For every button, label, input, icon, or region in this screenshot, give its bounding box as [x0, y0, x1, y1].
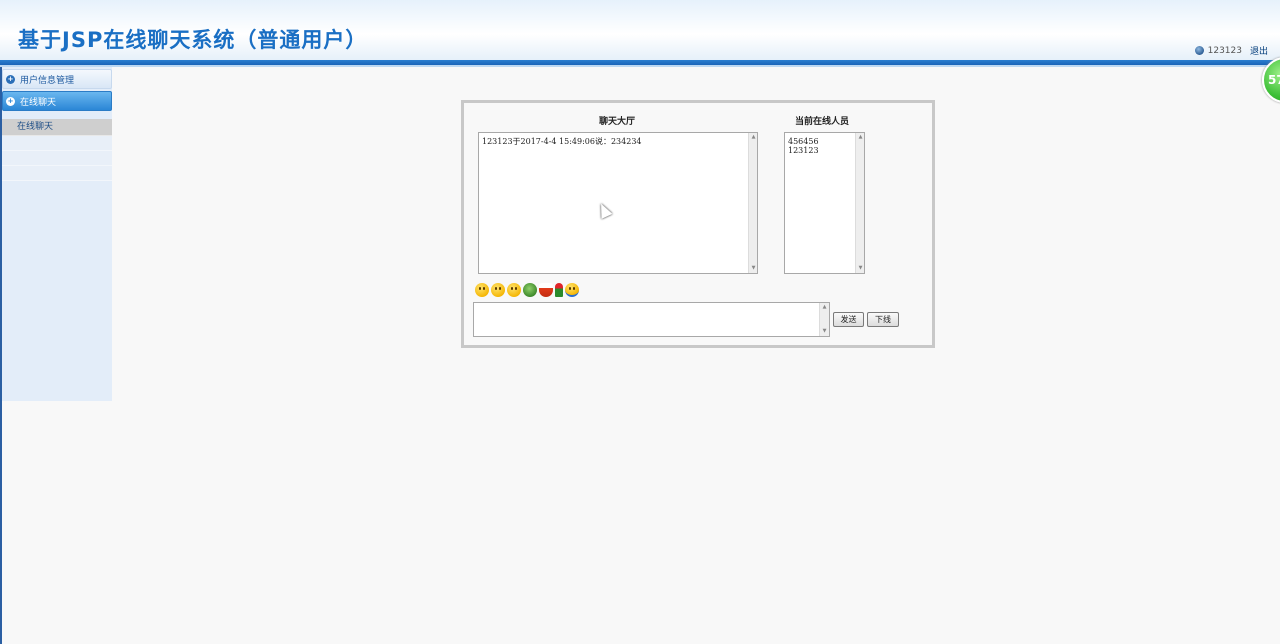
shy-emoji-icon[interactable]	[507, 283, 521, 297]
emoji-bar	[475, 283, 579, 297]
teacup-emoji-icon[interactable]	[539, 283, 553, 297]
header-divider-light	[0, 65, 1280, 67]
online-user[interactable]: 456456	[785, 137, 864, 146]
rose-emoji-icon[interactable]	[555, 283, 563, 297]
turtle-emoji-icon[interactable]	[523, 283, 537, 297]
scroll-up-icon[interactable]: ▲	[749, 133, 758, 142]
sidebar-item-blank	[2, 136, 112, 151]
sidebar-item-blank	[2, 166, 112, 181]
user-area: 123123 退出	[1194, 44, 1268, 57]
header-bar: 基于JSP在线聊天系统（普通用户） 123123 退出	[0, 0, 1280, 62]
sidebar-menu-label: 用户信息管理	[20, 75, 75, 86]
online-user[interactable]: 123123	[785, 146, 864, 155]
messages-scrollbar[interactable]: ▲ ▼	[748, 133, 757, 273]
logout-link[interactable]: 退出	[1250, 44, 1268, 57]
offline-button[interactable]: 下线	[867, 312, 899, 327]
expand-icon: +	[6, 74, 15, 84]
online-users-list[interactable]: 456456 123123 ▲ ▼	[784, 132, 865, 274]
input-scrollbar[interactable]: ▲ ▼	[819, 302, 830, 337]
chat-message: 123123于2017-4-4 15:49:06说：234234	[482, 137, 642, 146]
scroll-up-icon[interactable]: ▲	[820, 303, 829, 312]
message-input[interactable]	[473, 302, 830, 337]
send-button[interactable]: 发送	[833, 312, 864, 327]
input-scrollbar-track[interactable]: ▲ ▼	[819, 303, 829, 336]
app-title: 基于JSP在线聊天系统（普通用户）	[18, 28, 368, 52]
online-scrollbar[interactable]: ▲ ▼	[855, 133, 864, 273]
sidebar-item-blank	[2, 151, 112, 166]
user-icon	[1194, 46, 1204, 55]
chat-messages-box[interactable]: 123123于2017-4-4 15:49:06说：234234 ▲ ▼	[478, 132, 758, 274]
laugh-emoji-icon[interactable]	[491, 283, 505, 297]
scroll-down-icon[interactable]: ▼	[749, 264, 758, 273]
online-users-title: 当前在线人员	[795, 117, 850, 127]
chat-hall-title: 聊天大厅	[599, 117, 636, 127]
smile-emoji-icon[interactable]	[565, 283, 579, 297]
scroll-up-icon[interactable]: ▲	[856, 133, 865, 142]
sidebar-submenu: 在线聊天	[2, 119, 112, 181]
sidebar-item-online-chat[interactable]: 在线聊天	[2, 119, 112, 136]
grin-emoji-icon[interactable]	[475, 283, 489, 297]
scroll-down-icon[interactable]: ▼	[820, 327, 829, 336]
sidebar-menu-label: 在线聊天	[20, 97, 57, 108]
sidebar: + 用户信息管理 + 在线聊天 在线聊天	[2, 67, 112, 401]
sidebar-menu-online-chat[interactable]: + 在线聊天	[2, 91, 112, 111]
scroll-down-icon[interactable]: ▼	[856, 264, 865, 273]
sidebar-menu-user-info[interactable]: + 用户信息管理	[2, 69, 112, 89]
expand-icon: +	[6, 96, 15, 106]
username-label: 123123	[1207, 45, 1242, 56]
chat-panel: 聊天大厅 当前在线人员 123123于2017-4-4 15:49:06说：23…	[461, 100, 935, 348]
